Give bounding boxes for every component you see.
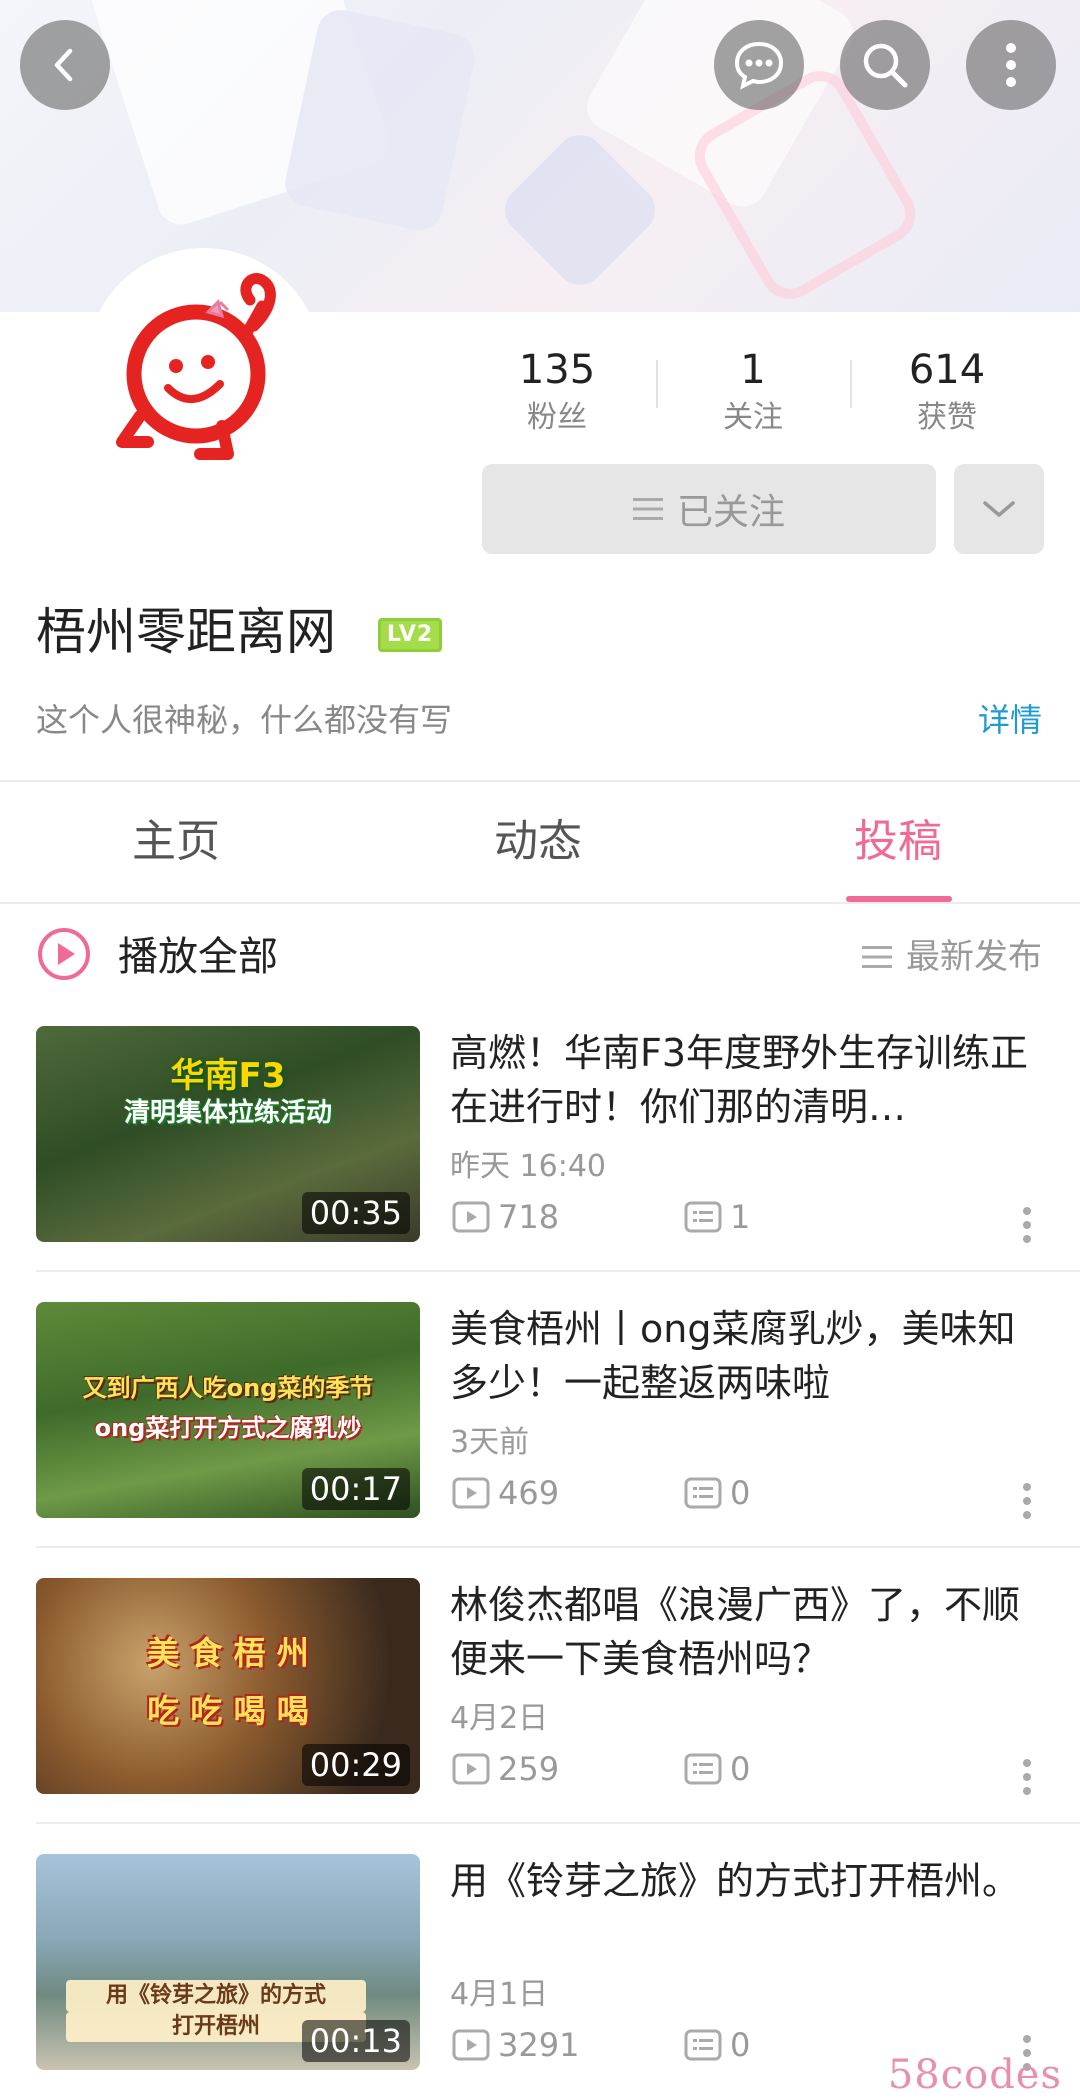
- tab-uploads[interactable]: 投稿: [854, 812, 942, 872]
- back-button[interactable]: [20, 20, 110, 110]
- play-count-value: 3291: [498, 2026, 580, 2064]
- play-circle-icon[interactable]: [36, 926, 92, 982]
- stat-label: 粉丝: [527, 400, 587, 435]
- thumbnail-caption: 清明集体拉练活动: [123, 1098, 332, 1128]
- comment-count-value: 0: [730, 2026, 751, 2064]
- menu-lines-icon: [632, 498, 663, 520]
- thumbnail-caption: ong菜打开方式之腐乳炒: [94, 1414, 362, 1442]
- channel-bio: 这个人很神秘，什么都没有写: [36, 701, 453, 739]
- stat-divider: [850, 360, 852, 408]
- list-divider: [36, 1822, 1080, 1824]
- search-icon: [863, 43, 908, 88]
- thumbnail-caption: 华南F3: [170, 1056, 286, 1096]
- video-item[interactable]: 又到广西人吃ong菜的季节 ong菜打开方式之腐乳炒 00:17 美食梧州丨on…: [0, 1302, 1080, 1578]
- video-duration: 00:35: [301, 1192, 410, 1234]
- video-title[interactable]: 美食梧州丨ong菜腐乳炒，美味知多少！一起整返两味啦: [450, 1302, 1048, 1410]
- video-duration: 00:17: [301, 1468, 410, 1510]
- play-count-value: 718: [498, 1198, 560, 1236]
- video-comment-count: 1: [684, 1196, 750, 1238]
- chevron-down-icon: [983, 501, 1015, 517]
- avatar-frame: [86, 248, 322, 484]
- smiley-mascot-logo: [116, 273, 276, 460]
- followed-button[interactable]: 已关注: [482, 464, 936, 554]
- play-count-icon: [452, 1477, 490, 1509]
- comment-count-icon: [684, 1477, 722, 1509]
- message-button[interactable]: [714, 20, 804, 110]
- profile-tabs: 主页 动态 投稿: [0, 782, 1080, 902]
- comment-count-icon: [684, 1753, 722, 1785]
- video-thumbnail[interactable]: 美 食 梧 州 吃 吃 喝 喝 00:29: [36, 1578, 420, 1794]
- avatar[interactable]: [96, 258, 312, 474]
- thumbnail-caption: 又到广西人吃ong菜的季节: [82, 1374, 374, 1402]
- stat-value: 614: [908, 347, 986, 393]
- play-all-button[interactable]: 播放全部: [118, 930, 278, 984]
- list-divider: [36, 1546, 1080, 1548]
- video-thumbnail[interactable]: 又到广西人吃ong菜的季节 ong菜打开方式之腐乳炒 00:17: [36, 1302, 420, 1518]
- stat-likes[interactable]: 614 获赞: [862, 346, 1032, 438]
- expand-recommend-button[interactable]: [954, 464, 1044, 554]
- comment-count-icon: [684, 1201, 722, 1233]
- followed-button-label: 已关注: [676, 492, 785, 533]
- video-publish-time: 4月2日: [450, 1701, 549, 1736]
- play-count-value: 259: [498, 1750, 560, 1788]
- sort-selector[interactable]: 最新发布: [862, 934, 1042, 980]
- chat-bubble-icon: [734, 41, 784, 90]
- video-play-count: 469: [452, 1472, 559, 1514]
- list-header: 播放全部 最新发布: [0, 904, 1080, 1010]
- stat-divider: [656, 360, 658, 408]
- video-play-count: 718: [452, 1196, 559, 1238]
- video-comment-count: 0: [684, 2024, 750, 2066]
- level-badge: LV2: [378, 618, 442, 652]
- detail-link[interactable]: 详情: [978, 698, 1042, 742]
- tab-home[interactable]: 主页: [132, 812, 220, 872]
- video-thumbnail[interactable]: 华南F3 清明集体拉练活动 00:35: [36, 1026, 420, 1242]
- watermark: 58codes: [887, 2052, 1062, 2098]
- sort-label: 最新发布: [906, 937, 1042, 977]
- thumbnail-caption: 吃 吃 喝 喝: [147, 1692, 309, 1730]
- vertical-dots-icon[interactable]: [1020, 1204, 1034, 1246]
- video-duration: 00:29: [301, 1744, 410, 1786]
- video-title[interactable]: 高燃！华南F3年度野外生存训练正在进行时！你们那的清明…: [450, 1026, 1048, 1134]
- vertical-dots-icon[interactable]: [1020, 1480, 1034, 1522]
- video-play-count: 259: [452, 1748, 559, 1790]
- sort-lines-icon: [862, 946, 892, 968]
- comment-count-value: 0: [730, 1750, 751, 1788]
- video-publish-time: 3天前: [450, 1425, 530, 1460]
- video-play-count: 3291: [452, 2024, 579, 2066]
- stat-label: 关注: [723, 400, 783, 435]
- play-count-value: 469: [498, 1474, 560, 1512]
- search-button[interactable]: [840, 20, 930, 110]
- comment-count-value: 0: [730, 1474, 751, 1512]
- list-divider: [36, 1270, 1080, 1272]
- tab-activity[interactable]: 动态: [494, 812, 582, 872]
- play-count-icon: [452, 2029, 490, 2061]
- channel-name: 梧州零距离网: [36, 603, 336, 661]
- chevron-left-icon: [54, 48, 73, 82]
- vertical-dots-icon: [1006, 43, 1016, 87]
- video-item[interactable]: 华南F3 清明集体拉练活动 00:35 高燃！华南F3年度野外生存训练正在进行时…: [0, 1026, 1080, 1302]
- stat-label: 获赞: [917, 400, 977, 435]
- video-thumbnail[interactable]: 用《铃芽之旅》的方式 打开梧州 00:13: [36, 1854, 420, 2070]
- stat-followers[interactable]: 135 粉丝: [472, 346, 642, 438]
- thumbnail-caption: 用《铃芽之旅》的方式: [66, 1980, 366, 2012]
- thumbnail-caption: 美 食 梧 州: [147, 1634, 309, 1672]
- stat-value: 135: [518, 347, 596, 393]
- comment-count-value: 1: [730, 1198, 751, 1236]
- vertical-dots-icon[interactable]: [1020, 1756, 1034, 1798]
- video-publish-time: 4月1日: [450, 1977, 549, 2012]
- comment-count-icon: [684, 2029, 722, 2061]
- video-comment-count: 0: [684, 1472, 750, 1514]
- play-count-icon: [452, 1201, 490, 1233]
- stat-value: 1: [740, 347, 766, 393]
- play-count-icon: [452, 1753, 490, 1785]
- video-title[interactable]: 林俊杰都唱《浪漫广西》了，不顺便来一下美食梧州吗？: [450, 1578, 1048, 1686]
- stat-following[interactable]: 1 关注: [668, 346, 838, 438]
- video-duration: 00:13: [301, 2020, 410, 2062]
- video-publish-time: 昨天 16:40: [450, 1149, 606, 1184]
- more-options-button[interactable]: [966, 20, 1056, 110]
- video-comment-count: 0: [684, 1748, 750, 1790]
- video-title[interactable]: 用《铃芽之旅》的方式打开梧州。: [450, 1854, 1048, 1908]
- video-item[interactable]: 美 食 梧 州 吃 吃 喝 喝 00:29 林俊杰都唱《浪漫广西》了，不顺便来一…: [0, 1578, 1080, 1854]
